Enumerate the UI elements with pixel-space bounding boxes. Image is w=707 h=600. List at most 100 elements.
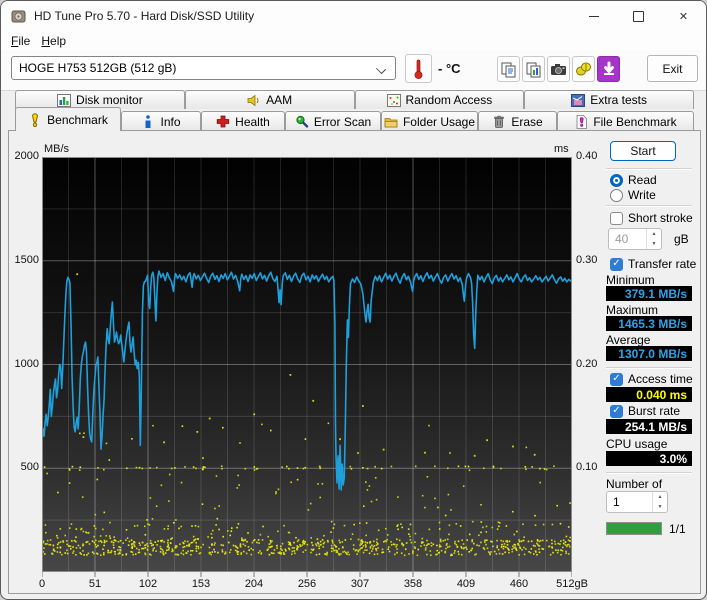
short-stroke-checkbox-box (610, 211, 623, 225)
x-axis-tick: 204 (244, 578, 264, 590)
passes-stepper[interactable]: 1 ▲ ▼ (606, 491, 668, 513)
stepper-up-icon[interactable]: ▲ (653, 492, 667, 502)
menu-item-help[interactable]: Help (39, 32, 75, 50)
stepper-down-icon[interactable]: ▼ (647, 239, 661, 249)
tab-health[interactable]: Health (201, 111, 285, 131)
y-left-tick: 500 (20, 461, 39, 474)
copy-image-icon (525, 61, 542, 78)
pass-progress-fill (607, 523, 661, 534)
tab-info[interactable]: Info (121, 111, 201, 131)
transfer-rate-checkbox[interactable]: ✓ Transfer rate (610, 257, 696, 271)
start-button[interactable]: Start (610, 141, 676, 161)
maximize-icon (633, 10, 644, 22)
y-left-tick: 1000 (14, 357, 39, 370)
x-axis-tick: 307 (350, 578, 370, 590)
pass-progress-label: 1/1 (669, 522, 686, 536)
x-axis-tick: 358 (403, 578, 423, 590)
health-icon (216, 115, 230, 128)
y-right-axis-title: ms (554, 143, 569, 155)
average-value: 1307.0 MB/s (606, 346, 692, 361)
speaker-icon (247, 94, 261, 107)
maximum-value: 1465.3 MB/s (606, 316, 692, 331)
pass-progress-bar (606, 522, 662, 535)
stroke-size-unit: gB (674, 232, 689, 246)
x-axis-tick: 512gB (556, 578, 588, 590)
burst-rate-checkbox-box: ✓ (610, 404, 623, 418)
title-bar: HD Tune Pro 5.70 - Hard Disk/SSD Utility… (1, 1, 706, 31)
cpu-usage-label: CPU usage (606, 437, 668, 451)
average-label: Average (606, 333, 651, 347)
temperature-button[interactable] (405, 54, 432, 83)
save-screenshot-button[interactable] (547, 56, 570, 82)
copy-icon (500, 61, 517, 78)
burst-rate-checkbox[interactable]: ✓ Burst rate (610, 404, 680, 418)
write-radio[interactable]: Write (610, 188, 656, 202)
separator (606, 472, 692, 474)
tab-error-scan[interactable]: Error Scan (285, 111, 381, 131)
x-axis-tick: 0 (38, 578, 46, 590)
read-radio[interactable]: Read (610, 173, 657, 187)
x-axis-tick: 102 (138, 578, 158, 590)
file-benchmark-icon (574, 114, 588, 129)
tab-file-benchmark[interactable]: File Benchmark (557, 111, 694, 131)
x-axis-tick: 153 (191, 578, 211, 590)
erase-icon (492, 115, 506, 128)
save-results-button[interactable] (597, 56, 620, 82)
copy-screenshot-button[interactable] (522, 56, 545, 82)
copy-info-button[interactable] (497, 56, 520, 82)
tab-extra-tests[interactable]: Extra tests (524, 90, 694, 109)
hdtune-app-icon (11, 9, 26, 24)
y-left-tick: 2000 (14, 150, 39, 162)
minimize-icon (588, 15, 599, 17)
drive-select[interactable]: HOGE H753 512GB (512 gB) (11, 56, 396, 80)
window-title: HD Tune Pro 5.70 - Hard Disk/SSD Utility (34, 9, 255, 23)
stepper-down-icon[interactable]: ▼ (653, 502, 667, 512)
access-time-checkbox-box: ✓ (610, 372, 623, 386)
thermometer-icon (414, 59, 423, 79)
random-access-icon (386, 93, 401, 107)
x-axis-tick: 256 (297, 578, 317, 590)
disk-monitor-icon (57, 93, 72, 107)
read-radio-circle (610, 173, 623, 187)
benchmark-chart: MB/s ms 2000 1500 1000 500 0.40 0.30 0.20 0.10 0 51… (9, 131, 700, 593)
y-left-axis-title: MB/s (44, 143, 70, 155)
x-axis-tick: 409 (456, 578, 476, 590)
x-axis-tick: 51 (88, 578, 102, 590)
tab-benchmark[interactable]: Benchmark (15, 107, 121, 131)
benchmark-plot (42, 157, 572, 577)
stepper-up-icon[interactable]: ▲ (647, 229, 661, 239)
tab-aam[interactable]: AAM (184, 90, 355, 109)
maximize-button[interactable] (616, 1, 661, 31)
toolbar: HOGE H753 512GB (512 gB) - °C Exit (1, 50, 706, 91)
minimum-label: Minimum (606, 273, 655, 287)
tab-erase[interactable]: Erase (478, 111, 557, 131)
stroke-size-stepper[interactable]: 40 ▲ ▼ (608, 228, 662, 250)
minimize-button[interactable] (571, 1, 616, 31)
short-stroke-checkbox[interactable]: Short stroke (610, 211, 693, 225)
benchmark-icon (28, 112, 42, 127)
close-icon: ✕ (678, 10, 689, 23)
chevron-down-icon (375, 63, 387, 75)
cpu-usage-value: 3.0% (606, 451, 692, 466)
tab-folder-usage[interactable]: Folder Usage (381, 111, 478, 131)
folder-icon (384, 115, 398, 128)
temperature-value: - °C (438, 61, 461, 76)
camera-icon (550, 62, 567, 77)
access-time-checkbox[interactable]: ✓ Access time (610, 372, 693, 386)
error-scan-icon (295, 115, 309, 128)
maximum-label: Maximum (606, 303, 659, 317)
minimum-value: 379.1 MB/s (606, 286, 692, 301)
app-window: HD Tune Pro 5.70 - Hard Disk/SSD Utility… (0, 0, 707, 600)
menu-bar: File Help (1, 31, 706, 50)
download-icon (601, 61, 617, 77)
transfer-rate-checkbox-box: ✓ (610, 257, 623, 271)
saved-results-button[interactable] (572, 56, 595, 82)
exit-button[interactable]: Exit (647, 55, 698, 82)
tab-random-access[interactable]: Random Access (354, 90, 525, 109)
menu-item-file[interactable]: File (9, 32, 39, 50)
close-button[interactable]: ✕ (661, 1, 706, 31)
benchmark-page: MB/s ms 2000 1500 1000 500 0.40 0.30 0.20 0.10 0 51… (8, 130, 701, 594)
benchmark-control-panel: Start Read Write Short stroke 40 ▲▼ gB (599, 131, 702, 593)
extra-tests-icon (571, 93, 586, 107)
drive-select-value: HOGE H753 512GB (512 gB) (19, 61, 177, 75)
